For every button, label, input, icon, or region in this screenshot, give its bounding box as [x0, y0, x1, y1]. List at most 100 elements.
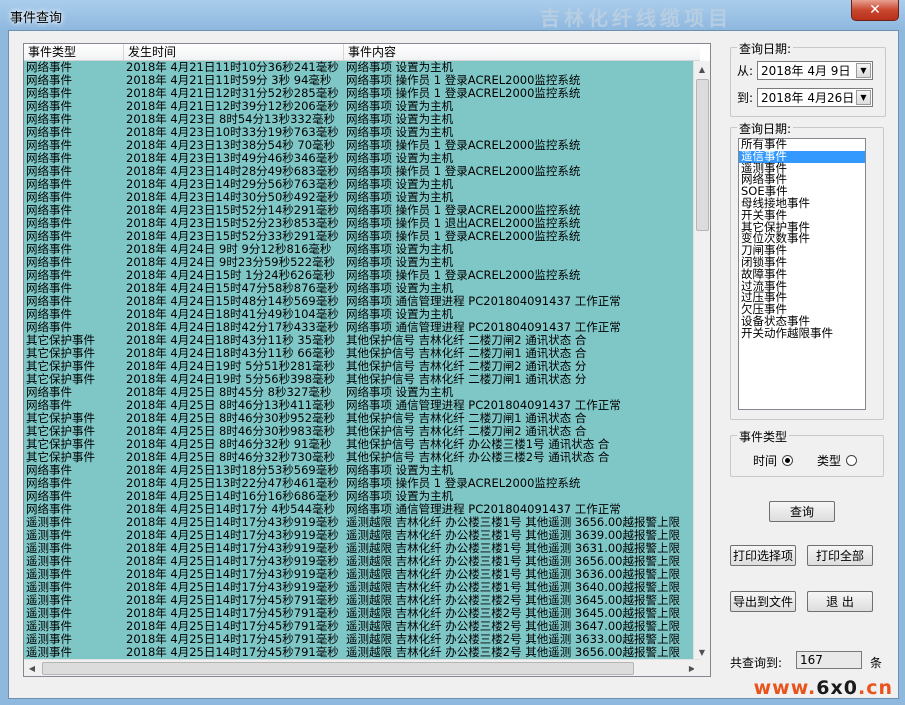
close-button[interactable]: ✕ — [851, 0, 899, 21]
event-query-window: 事件查询 吉林化纤线缆项目 ✕ 事件类型 发生时间 事件内容 网络事件 2018年… — [0, 0, 905, 705]
table-row[interactable]: 其它保护事件 2018年 4月25日 8时46分32秒730毫秒 其他保护信号 吉林… — [24, 451, 700, 464]
table-row[interactable]: 遥测事件 2018年 4月25日14时17分45秒791毫秒 遥测越限 吉林化纤 办… — [24, 620, 700, 633]
table-row[interactable]: 其它保护事件 2018年 4月24日19时 5分56秒398毫秒 其他保护信号 吉林… — [24, 373, 700, 386]
sort-options: 时间 类型 — [753, 452, 858, 469]
table-row[interactable]: 网络事件 2018年 4月23日15时52分33秒291毫秒 网络事项 操作员 1 … — [24, 230, 700, 243]
table-row[interactable]: 网络事件 2018年 4月21日12时39分12秒206毫秒 网络事项 设置为主机 — [24, 100, 700, 113]
exit-button[interactable]: 退 出 — [807, 591, 873, 612]
cell-event-type: 网络事件 — [26, 256, 72, 269]
cell-event-time: 2018年 4月24日15时48分14秒569毫秒 — [126, 295, 339, 308]
table-row[interactable]: 遥测事件 2018年 4月25日14时17分45秒791毫秒 遥测越限 吉林化纤 办… — [24, 594, 700, 607]
from-date-picker[interactable]: 2018年 4月 9日 ▼ — [757, 61, 873, 80]
list-item[interactable]: 开关动作越限事件 — [739, 327, 865, 340]
table-row[interactable]: 网络事件 2018年 4月23日13时49分46秒346毫秒 网络事项 设置为主机 — [24, 152, 700, 165]
cell-event-time: 2018年 4月25日 8时46分13秒411毫秒 — [126, 399, 336, 412]
scroll-left-icon[interactable]: ◀ — [24, 660, 40, 676]
table-row[interactable]: 遥测事件 2018年 4月25日14时17分43秒919毫秒 遥测越限 吉林化纤 办… — [24, 568, 700, 581]
sort-type-label[interactable]: 类型 — [817, 452, 841, 469]
scroll-up-icon[interactable]: ▲ — [694, 61, 710, 77]
sort-type-radio[interactable] — [846, 455, 858, 466]
table-row[interactable]: 遥测事件 2018年 4月25日14时17分45秒791毫秒 遥测越限 吉林化纤 办… — [24, 646, 700, 659]
table-row[interactable]: 遥测事件 2018年 4月25日14时17分45秒791毫秒 遥测越限 吉林化纤 办… — [24, 607, 700, 620]
print-selected-button[interactable]: 打印选择项 — [730, 545, 796, 566]
horizontal-scroll-thumb[interactable] — [42, 662, 634, 675]
table-row[interactable]: 其它保护事件 2018年 4月25日 8时46分30秒952毫秒 其他保护信号 吉林… — [24, 412, 700, 425]
cell-event-type: 网络事件 — [26, 204, 72, 217]
sort-time-radio[interactable] — [782, 455, 794, 466]
table-row[interactable]: 网络事件 2018年 4月24日15时47分58秒876毫秒 网络事项 设置为主机 — [24, 282, 700, 295]
to-date-picker[interactable]: 2018年 4月26日 ▼ — [757, 88, 873, 107]
cell-event-content: 其他保护信号 吉林化纤 办公楼三楼1号 通讯状态 合 — [346, 438, 610, 451]
cell-event-content: 其他保护信号 吉林化纤 办公楼三楼2号 通讯状态 合 — [346, 451, 610, 464]
query-button[interactable]: 查询 — [769, 501, 835, 522]
cell-event-content: 网络事项 设置为主机 — [346, 490, 454, 503]
sort-group-label: 事件类型 — [737, 428, 790, 445]
table-row[interactable]: 网络事件 2018年 4月24日18时41分49秒104毫秒 网络事项 设置为主机 — [24, 308, 700, 321]
cell-event-content: 网络事项 操作员 1 登录ACREL2000监控系统 — [346, 87, 581, 100]
table-row[interactable]: 网络事件 2018年 4月23日15时52分14秒291毫秒 网络事项 操作员 1 … — [24, 204, 700, 217]
scrollbar-corner — [694, 660, 710, 676]
table-row[interactable]: 遥测事件 2018年 4月25日14时17分45秒791毫秒 遥测越限 吉林化纤 办… — [24, 633, 700, 646]
table-row[interactable]: 网络事件 2018年 4月24日18时42分17秒433毫秒 网络事项 通信管理进程… — [24, 321, 700, 334]
table-row[interactable]: 网络事件 2018年 4月21日11时10分36秒241毫秒 网络事项 设置为主机 — [24, 61, 700, 74]
cell-event-content: 其他保护信号 吉林化纤 二楼刀闸1 通讯状态 合 — [346, 412, 587, 425]
export-button[interactable]: 导出到文件 — [730, 591, 796, 612]
table-row[interactable]: 遥测事件 2018年 4月25日14时17分43秒919毫秒 遥测越限 吉林化纤 办… — [24, 529, 700, 542]
cell-event-type: 其它保护事件 — [26, 425, 95, 438]
table-row[interactable]: 网络事件 2018年 4月25日 8时46分13秒411毫秒 网络事项 通信管理进程… — [24, 399, 700, 412]
table-row[interactable]: 网络事件 2018年 4月25日14时17分 4秒544毫秒 网络事项 通信管理进程… — [24, 503, 700, 516]
table-row[interactable]: 网络事件 2018年 4月24日15时 1分24秒626毫秒 网络事项 操作员 1 … — [24, 269, 700, 282]
table-row[interactable]: 网络事件 2018年 4月21日11时59分 3秒 94毫秒 网络事项 操作员 1 … — [24, 74, 700, 87]
watermark-part-2: 6x0 — [816, 677, 858, 699]
event-list[interactable]: 事件类型 发生时间 事件内容 网络事件 2018年 4月21日11时10分36秒2… — [23, 43, 711, 677]
date-range-label: 查询日期: — [737, 40, 794, 57]
table-row[interactable]: 网络事件 2018年 4月23日14时29分56秒763毫秒 网络事项 设置为主机 — [24, 178, 700, 191]
table-row[interactable]: 网络事件 2018年 4月23日 8时54分13秒332毫秒 网络事项 设置为主机 — [24, 113, 700, 126]
table-row[interactable]: 遥测事件 2018年 4月25日14时17分43秒919毫秒 遥测越限 吉林化纤 办… — [24, 516, 700, 529]
table-row[interactable]: 网络事件 2018年 4月23日14时28分49秒683毫秒 网络事项 操作员 1 … — [24, 165, 700, 178]
cell-event-type: 遥测事件 — [26, 555, 72, 568]
table-row[interactable]: 网络事件 2018年 4月24日15时48分14秒569毫秒 网络事项 通信管理进程… — [24, 295, 700, 308]
column-header-time[interactable]: 发生时间 — [124, 44, 344, 60]
table-row[interactable]: 其它保护事件 2018年 4月24日18时43分11秒 66毫秒 其他保护信号 吉林… — [24, 347, 700, 360]
cell-event-time: 2018年 4月25日 8时46分32秒730毫秒 — [126, 451, 336, 464]
table-row[interactable]: 网络事件 2018年 4月25日13时18分53秒569毫秒 网络事项 设置为主机 — [24, 464, 700, 477]
title-bar[interactable]: 事件查询 吉林化纤线缆项目 ✕ — [0, 0, 905, 30]
vertical-scroll-thumb[interactable] — [696, 79, 709, 231]
table-row[interactable]: 其它保护事件 2018年 4月24日19时 5分51秒281毫秒 其他保护信号 吉林… — [24, 360, 700, 373]
table-row[interactable]: 遥测事件 2018年 4月25日14时17分43秒919毫秒 遥测越限 吉林化纤 办… — [24, 542, 700, 555]
cell-event-time: 2018年 4月23日13时49分46秒346毫秒 — [126, 152, 339, 165]
cell-event-time: 2018年 4月23日 8时54分13秒332毫秒 — [126, 113, 336, 126]
chevron-down-icon[interactable]: ▼ — [856, 90, 871, 105]
event-type-listbox[interactable]: 所有事件 遥信事件 遥测事件 网络事件 SOE事件 母线接地事件 开关事件 其它保护事件 变位次… — [738, 138, 866, 410]
table-row[interactable]: 其它保护事件 2018年 4月25日 8时46分32秒 91毫秒 其他保护信号 吉林… — [24, 438, 700, 451]
table-row[interactable]: 网络事件 2018年 4月23日10时33分19秒763毫秒 网络事项 设置为主机 — [24, 126, 700, 139]
table-row[interactable]: 网络事件 2018年 4月25日13时22分47秒461毫秒 网络事项 操作员 1 … — [24, 477, 700, 490]
cell-event-type: 网络事件 — [26, 100, 72, 113]
table-row[interactable]: 网络事件 2018年 4月21日12时31分52秒285毫秒 网络事项 操作员 1 … — [24, 87, 700, 100]
column-header-type[interactable]: 事件类型 — [24, 44, 124, 60]
table-row[interactable]: 遥测事件 2018年 4月25日14时17分43秒919毫秒 遥测越限 吉林化纤 办… — [24, 555, 700, 568]
column-header-content[interactable]: 事件内容 — [344, 44, 700, 60]
close-icon: ✕ — [869, 2, 881, 18]
result-count-field: 167 — [796, 651, 862, 669]
cell-event-time: 2018年 4月25日14时17分45秒791毫秒 — [126, 594, 339, 607]
table-row[interactable]: 网络事件 2018年 4月25日14时16分16秒686毫秒 网络事项 设置为主机 — [24, 490, 700, 503]
table-row[interactable]: 其它保护事件 2018年 4月24日18时43分11秒 35毫秒 其他保护信号 吉林… — [24, 334, 700, 347]
horizontal-scrollbar[interactable]: ◀ ▶ — [24, 659, 700, 676]
table-row[interactable]: 网络事件 2018年 4月25日 8时45分 8秒327毫秒 网络事项 设置为主机 — [24, 386, 700, 399]
table-row[interactable]: 遥测事件 2018年 4月25日14时17分43秒919毫秒 遥测越限 吉林化纤 办… — [24, 581, 700, 594]
scroll-down-icon[interactable]: ▼ — [694, 644, 710, 660]
sort-time-label[interactable]: 时间 — [753, 452, 777, 469]
table-row[interactable]: 网络事件 2018年 4月24日 9时 9分12秒816毫秒 网络事项 设置为主机 — [24, 243, 700, 256]
vertical-scrollbar[interactable]: ▲ ▼ — [693, 61, 710, 660]
cell-event-time: 2018年 4月25日14时17分 4秒544毫秒 — [126, 503, 336, 516]
table-row[interactable]: 网络事件 2018年 4月23日13时38分54秒 70毫秒 网络事项 操作员 1 … — [24, 139, 700, 152]
table-row[interactable]: 网络事件 2018年 4月24日 9时23分59秒522毫秒 网络事项 设置为主机 — [24, 256, 700, 269]
table-row[interactable]: 其它保护事件 2018年 4月25日 8时46分30秒983毫秒 其他保护信号 吉林… — [24, 425, 700, 438]
print-all-button[interactable]: 打印全部 — [807, 545, 873, 566]
cell-event-type: 网络事件 — [26, 87, 72, 100]
table-row[interactable]: 网络事件 2018年 4月23日15时52分23秒853毫秒 网络事项 操作员 1 … — [24, 217, 700, 230]
table-row[interactable]: 网络事件 2018年 4月23日14时30分50秒492毫秒 网络事项 设置为主机 — [24, 191, 700, 204]
chevron-down-icon[interactable]: ▼ — [856, 63, 871, 78]
